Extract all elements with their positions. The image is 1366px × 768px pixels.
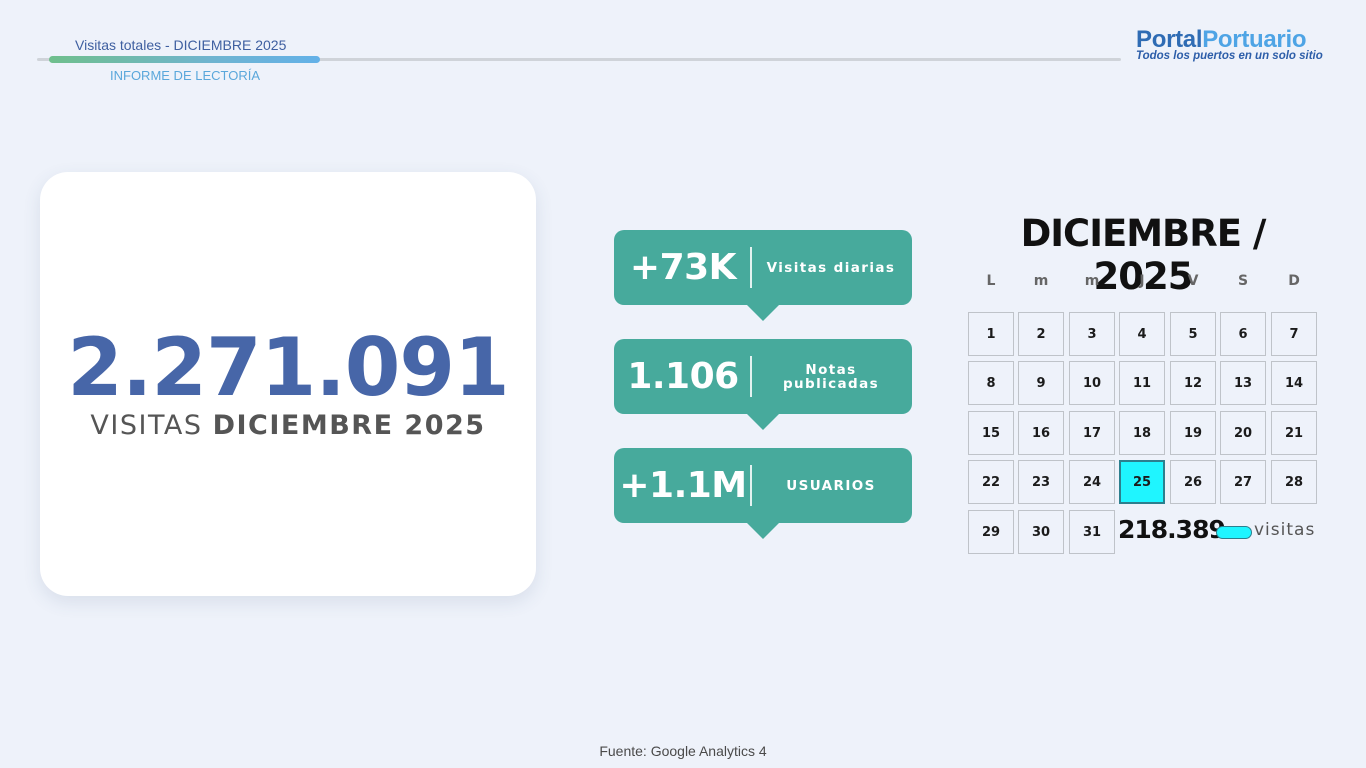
weekday-header: J	[1139, 273, 1145, 289]
stat-label: Visitas diarias	[766, 259, 896, 276]
logo-tagline: Todos los puertos en un solo sitio	[1136, 50, 1323, 62]
logo-word-portal: Portal	[1136, 26, 1203, 53]
weekday-header: D	[1288, 273, 1300, 289]
weekday-header: V	[1187, 273, 1199, 289]
calendar-day: 27	[1220, 460, 1266, 504]
calendar-day-highlighted: 25	[1119, 460, 1165, 504]
stat-published-notes: 1.106 Notas publicadas	[614, 339, 912, 430]
calendar-day: 15	[968, 411, 1014, 455]
calendar-day: 3	[1069, 312, 1115, 356]
calendar-day: 17	[1069, 411, 1115, 455]
stat-label: USUARIOS	[786, 477, 876, 494]
stat-value: +1.1M	[619, 465, 747, 506]
weekday-header: m	[1033, 273, 1049, 289]
progress-bar	[49, 56, 320, 63]
calendar-day: 23	[1018, 460, 1064, 504]
calendar-day: 29	[968, 510, 1014, 554]
stat-users: +1.1M USUARIOS	[614, 448, 912, 539]
calendar-day: 5	[1170, 312, 1216, 356]
weekday-header: L	[986, 273, 996, 289]
calendar-day: 22	[968, 460, 1014, 504]
highlight-visits-label: visitas	[1254, 520, 1316, 540]
stat-divider	[750, 356, 752, 397]
weekday-header: S	[1237, 273, 1249, 289]
calendar-day: 20	[1220, 411, 1266, 455]
calendar-day: 8	[968, 361, 1014, 405]
stat-divider	[750, 247, 752, 288]
calendar-day: 31	[1069, 510, 1115, 554]
calendar-day: 9	[1018, 361, 1064, 405]
stat-daily-visits: +73K Visitas diarias	[614, 230, 912, 321]
portalportuario-logo: PortalPortuario Todos los puertos en un …	[1136, 26, 1323, 63]
calendar-day: 7	[1271, 312, 1317, 356]
calendar-day: 4	[1119, 312, 1165, 356]
calendar-day: 12	[1170, 361, 1216, 405]
total-visits-caption: VISITAS DICIEMBRE 2025	[40, 410, 536, 441]
calendar-day: 13	[1220, 361, 1266, 405]
calendar-day: 18	[1119, 411, 1165, 455]
calendar-day: 21	[1271, 411, 1317, 455]
report-title: Visitas totales - DICIEMBRE 2025	[75, 37, 287, 53]
calendar-day: 26	[1170, 460, 1216, 504]
calendar-day: 30	[1018, 510, 1064, 554]
calendar-day: 24	[1069, 460, 1115, 504]
source-footer: Fuente: Google Analytics 4	[599, 743, 767, 759]
calendar-day: 6	[1220, 312, 1266, 356]
stat-value: 1.106	[627, 356, 739, 397]
stat-value: +73K	[629, 247, 737, 288]
highlight-legend-swatch	[1216, 526, 1252, 539]
calendar-day: 14	[1271, 361, 1317, 405]
calendar-day: 11	[1119, 361, 1165, 405]
calendar-day: 19	[1170, 411, 1216, 455]
calendar-day: 2	[1018, 312, 1064, 356]
calendar-day: 16	[1018, 411, 1064, 455]
calendar-day: 28	[1271, 460, 1317, 504]
stat-divider	[750, 465, 752, 506]
highlight-day-visits: 218.389	[1118, 515, 1226, 544]
caption-month: DICIEMBRE 2025	[212, 410, 486, 441]
calendar-day: 1	[968, 312, 1014, 356]
weekday-header: m	[1084, 273, 1100, 289]
caption-prefix: VISITAS	[90, 410, 203, 441]
stat-label: Notas publicadas	[782, 361, 880, 392]
total-visits-number: 2.271.091	[67, 321, 509, 414]
report-subtitle: INFORME DE LECTORÍA	[110, 68, 261, 83]
logo-word-portuario: Portuario	[1202, 26, 1307, 53]
calendar-day: 10	[1069, 361, 1115, 405]
